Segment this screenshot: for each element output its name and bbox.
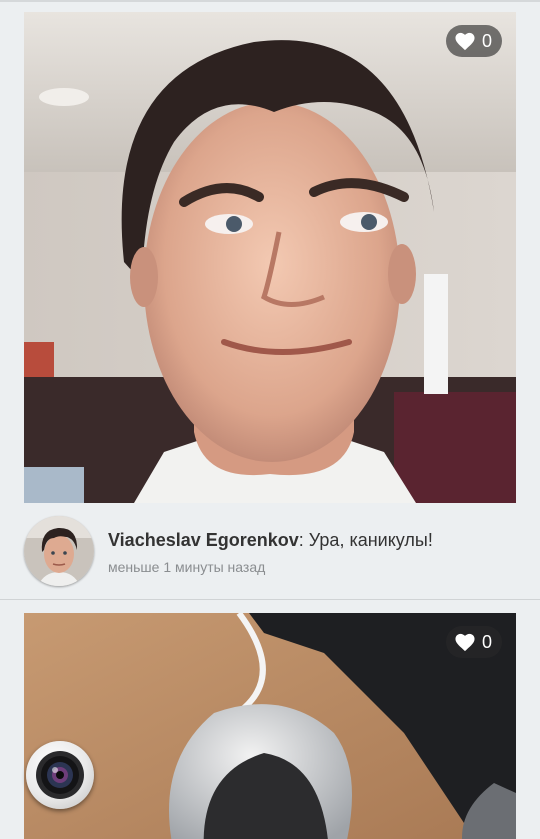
desk-photo-image: [24, 613, 516, 839]
camera-button[interactable]: [26, 741, 94, 809]
post-divider: [0, 599, 540, 600]
like-button[interactable]: 0: [445, 626, 502, 658]
selfie-photo-image: [24, 12, 516, 503]
top-divider: [0, 0, 540, 2]
like-count: 0: [481, 31, 492, 51]
post-caption: Viacheslav Egorenkov: Ура, каникулы!: [108, 530, 433, 551]
post-photo[interactable]: 0: [24, 613, 516, 839]
avatar[interactable]: [24, 516, 94, 586]
like-count: 0: [481, 632, 492, 652]
camera-lens-icon: [36, 751, 84, 799]
like-button[interactable]: 0: [445, 25, 502, 57]
heart-icon: [455, 633, 475, 652]
post-meta: Viacheslav Egorenkov: Ура, каникулы! мен…: [24, 516, 516, 588]
avatar-image: [24, 516, 94, 586]
caption-text: Ура, каникулы!: [303, 530, 433, 550]
author-name[interactable]: Viacheslav Egorenkov: [108, 530, 299, 550]
post-timestamp: меньше 1 минуты назад: [108, 559, 266, 575]
photo-feed[interactable]: 0 Viacheslav Egorenkov: Ура, каникулы! м…: [0, 0, 540, 839]
heart-icon: [455, 32, 475, 51]
post-photo[interactable]: 0: [24, 12, 516, 503]
